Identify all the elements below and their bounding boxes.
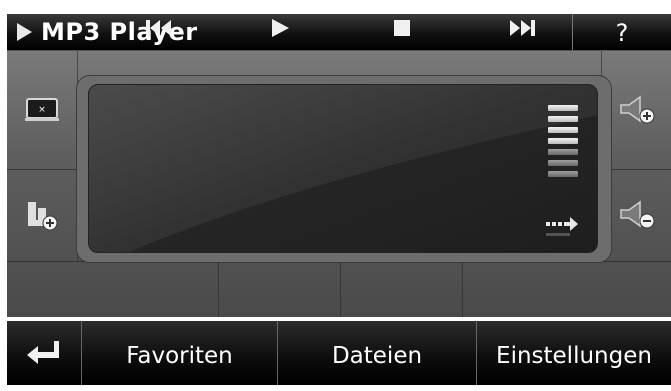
volume-level-bar — [548, 149, 578, 155]
volume-level-bar — [548, 127, 578, 133]
back-button[interactable] — [7, 321, 81, 385]
volume-level-bar — [548, 116, 578, 122]
track-display — [88, 84, 598, 253]
stop-icon — [393, 19, 410, 36]
add-favorite-icon — [28, 202, 58, 231]
divider — [340, 262, 341, 317]
screen-off-button[interactable]: × — [7, 51, 78, 169]
divider — [218, 262, 219, 317]
svg-text:×: × — [38, 105, 46, 115]
volume-level-bar — [548, 105, 578, 111]
back-arrow-icon — [27, 341, 59, 364]
play-indicator-icon — [17, 23, 32, 41]
files-button[interactable]: Dateien — [278, 321, 476, 385]
volume-level-bar — [548, 138, 578, 144]
next-track-icon — [510, 19, 535, 36]
volume-level-indicator — [548, 105, 578, 182]
play-icon — [271, 18, 289, 37]
volume-down-icon — [620, 200, 655, 229]
mp3-player-app: MP3 Player ? × Favoriten Dateien Einstel… — [0, 0, 671, 385]
help-button[interactable]: ? — [573, 14, 671, 50]
add-favorite-button[interactable] — [7, 170, 78, 260]
screen-off-icon: × — [25, 98, 59, 121]
previous-track-icon — [146, 19, 171, 36]
settings-button[interactable]: Einstellungen — [477, 321, 671, 385]
volume-level-bar — [548, 160, 578, 166]
stop-button[interactable] — [341, 0, 462, 55]
play-button[interactable] — [219, 0, 340, 55]
next-track-button[interactable] — [463, 0, 581, 55]
volume-level-bar — [548, 171, 578, 177]
volume-up-icon — [620, 95, 655, 124]
previous-track-button[interactable] — [100, 0, 218, 55]
favorites-button[interactable]: Favoriten — [82, 321, 277, 385]
repeat-mode-icon[interactable] — [544, 213, 584, 241]
divider — [462, 262, 463, 317]
display-sheen — [89, 85, 597, 252]
